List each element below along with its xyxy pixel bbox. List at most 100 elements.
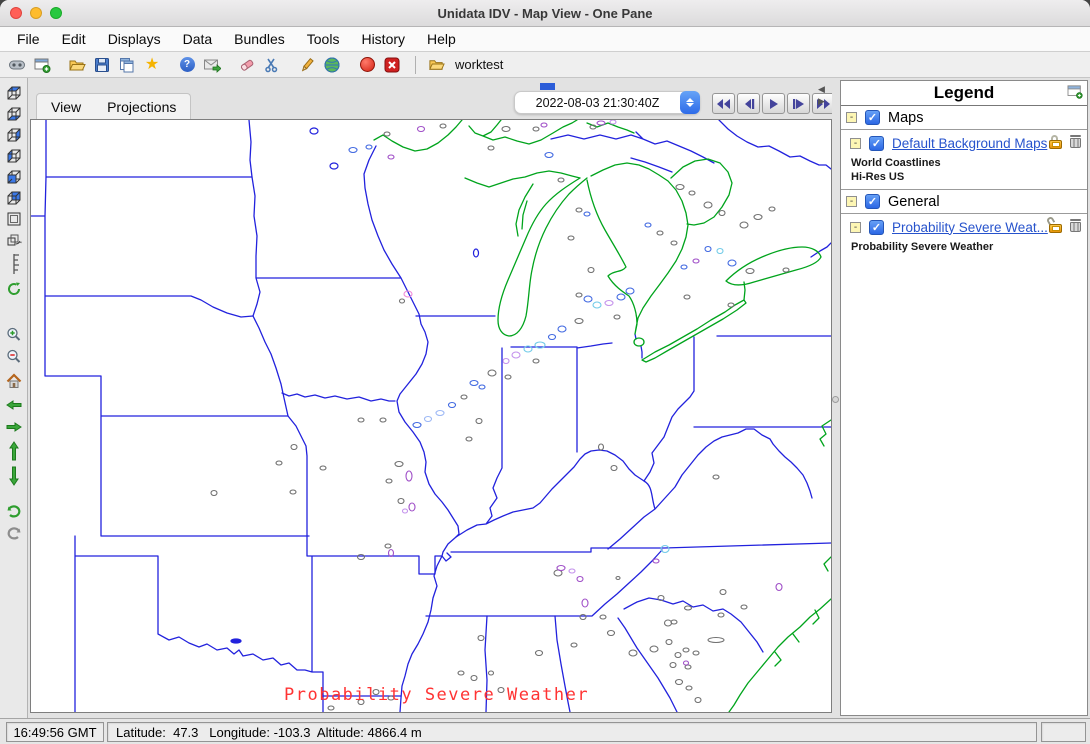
copy-icon[interactable] bbox=[116, 55, 138, 75]
legend-item-default-background-maps: Default Background Maps bbox=[841, 130, 1087, 156]
view-back-cube-icon[interactable] bbox=[4, 189, 24, 207]
menu-displays[interactable]: Displays bbox=[97, 31, 172, 47]
menu-data[interactable]: Data bbox=[172, 31, 224, 47]
redo-icon[interactable] bbox=[4, 524, 24, 542]
general-visibility-checkbox[interactable] bbox=[865, 194, 880, 209]
pan-left-icon[interactable] bbox=[4, 396, 24, 414]
exit-icon[interactable] bbox=[381, 55, 403, 75]
legend-sub-item: Hi-Res US bbox=[841, 170, 1087, 184]
splitter-collapse-arrows: ◀ ▶ bbox=[818, 84, 830, 106]
legend-category-label: General bbox=[888, 194, 940, 210]
splitter-handle[interactable] bbox=[832, 396, 839, 403]
menu-edit[interactable]: Edit bbox=[51, 31, 97, 47]
view-toolbar bbox=[0, 78, 28, 718]
step-back-button[interactable] bbox=[737, 93, 760, 114]
home-icon[interactable] bbox=[4, 372, 24, 390]
default-background-maps-checkbox[interactable] bbox=[869, 136, 884, 151]
view-bottom-cube-icon[interactable] bbox=[4, 105, 24, 123]
lock-icon[interactable] bbox=[1049, 135, 1063, 149]
new-display-icon[interactable] bbox=[31, 55, 53, 75]
go-to-start-button[interactable] bbox=[712, 93, 735, 114]
trash-icon[interactable] bbox=[1070, 219, 1081, 233]
view-top-cube-icon[interactable] bbox=[4, 84, 24, 102]
support-mail-icon[interactable] bbox=[201, 55, 223, 75]
vertical-scale-icon[interactable] bbox=[4, 252, 24, 276]
folder-icon bbox=[425, 55, 447, 75]
menu-bar: File Edit Displays Data Bundles Tools Hi… bbox=[0, 27, 1090, 52]
map-canvas[interactable]: Probability Severe Weather bbox=[30, 119, 832, 713]
default-background-maps-link[interactable]: Default Background Maps bbox=[892, 136, 1047, 151]
favorites-star-icon[interactable]: ★ bbox=[141, 55, 163, 75]
menu-tools[interactable]: Tools bbox=[296, 31, 351, 47]
collapse-left-icon[interactable]: ◀ bbox=[818, 84, 830, 94]
idv-window: Unidata IDV - Map View - One Pane File E… bbox=[0, 0, 1090, 744]
menu-view[interactable]: View bbox=[51, 99, 81, 115]
splitter[interactable] bbox=[832, 78, 840, 718]
workspace-label[interactable]: worktest bbox=[455, 57, 503, 72]
maps-visibility-checkbox[interactable] bbox=[865, 110, 880, 125]
menu-bundles[interactable]: Bundles bbox=[223, 31, 296, 47]
collapse-minus-icon[interactable] bbox=[846, 196, 857, 207]
status-bar: 16:49:56 GMT Latitude: 47.3 Longitude: -… bbox=[0, 718, 1090, 744]
view-right-cube-icon[interactable] bbox=[4, 126, 24, 144]
legend-sub-item: World Coastlines bbox=[841, 156, 1087, 170]
legend-category-general: General bbox=[841, 190, 1087, 214]
menu-projections[interactable]: Projections bbox=[107, 99, 176, 115]
map-graphics: Probability Severe Weather bbox=[31, 120, 831, 712]
clock-display: 16:49:56 GMT bbox=[6, 722, 104, 742]
help-icon[interactable]: ? bbox=[176, 55, 198, 75]
memory-display bbox=[1041, 722, 1086, 742]
unlock-icon[interactable] bbox=[1049, 219, 1063, 233]
undo-icon[interactable] bbox=[4, 502, 24, 520]
probability-severe-weather-link[interactable]: Probability Severe Weat... bbox=[892, 220, 1048, 235]
view-front-cube-icon[interactable] bbox=[4, 168, 24, 186]
small-lakes bbox=[231, 128, 479, 643]
pan-right-icon[interactable] bbox=[4, 418, 24, 436]
view-left-cube-icon[interactable] bbox=[4, 147, 24, 165]
legend-category-maps: Maps bbox=[841, 106, 1087, 130]
zoom-out-icon[interactable] bbox=[4, 348, 24, 366]
legend-title: Legend bbox=[934, 83, 994, 103]
coastlines bbox=[374, 120, 831, 712]
legend-item-probability-severe-weather: Probability Severe Weat... bbox=[841, 214, 1087, 240]
eraser-icon[interactable] bbox=[236, 55, 258, 75]
menu-file[interactable]: File bbox=[6, 31, 51, 47]
collapse-right-icon[interactable]: ▶ bbox=[818, 96, 830, 106]
legend-category-label: Maps bbox=[888, 110, 923, 126]
time-value: 2022-08-03 21:30:40Z bbox=[515, 96, 680, 110]
map-view-menubar: View Projections bbox=[36, 93, 191, 120]
menu-help[interactable]: Help bbox=[416, 31, 467, 47]
cursor-position-display: Latitude: 47.3 Longitude: -103.3 Altitud… bbox=[107, 722, 1037, 742]
state-borders bbox=[31, 120, 831, 712]
save-icon[interactable] bbox=[91, 55, 113, 75]
collapse-minus-icon[interactable] bbox=[850, 138, 861, 149]
time-animation-indicator[interactable] bbox=[540, 83, 555, 90]
collapse-minus-icon[interactable] bbox=[846, 112, 857, 123]
probability-contours bbox=[211, 120, 789, 710]
globe-icon[interactable] bbox=[321, 55, 343, 75]
reset-box-icon[interactable] bbox=[4, 210, 24, 228]
title-bar: Unidata IDV - Map View - One Pane bbox=[0, 0, 1090, 27]
cut-scissors-icon[interactable] bbox=[261, 55, 283, 75]
collapse-minus-icon[interactable] bbox=[850, 222, 861, 233]
stop-icon[interactable] bbox=[356, 55, 378, 75]
legend-sub-item: Probability Severe Weather bbox=[841, 240, 1087, 254]
main-toolbar: ★ ? worktest bbox=[0, 52, 1090, 78]
window-title: Unidata IDV - Map View - One Pane bbox=[0, 6, 1090, 21]
zoom-in-icon[interactable] bbox=[4, 326, 24, 344]
pan-down-icon[interactable] bbox=[4, 465, 24, 487]
auto-rotate-icon[interactable] bbox=[4, 280, 24, 298]
combobox-stepper-icon[interactable] bbox=[680, 91, 700, 114]
float-legend-icon[interactable] bbox=[1067, 85, 1083, 99]
step-forward-button[interactable] bbox=[787, 93, 810, 114]
play-button[interactable] bbox=[762, 93, 785, 114]
pan-up-icon[interactable] bbox=[4, 440, 24, 462]
dashboard-icon[interactable] bbox=[6, 55, 28, 75]
trash-icon[interactable] bbox=[1070, 135, 1081, 149]
edit-pencil-icon[interactable] bbox=[296, 55, 318, 75]
menu-history[interactable]: History bbox=[350, 31, 416, 47]
time-select-combobox[interactable]: 2022-08-03 21:30:40Z bbox=[514, 91, 700, 114]
probability-severe-weather-checkbox[interactable] bbox=[869, 220, 884, 235]
open-folder-icon[interactable] bbox=[66, 55, 88, 75]
map-display-label: Probability Severe Weather bbox=[284, 685, 589, 705]
